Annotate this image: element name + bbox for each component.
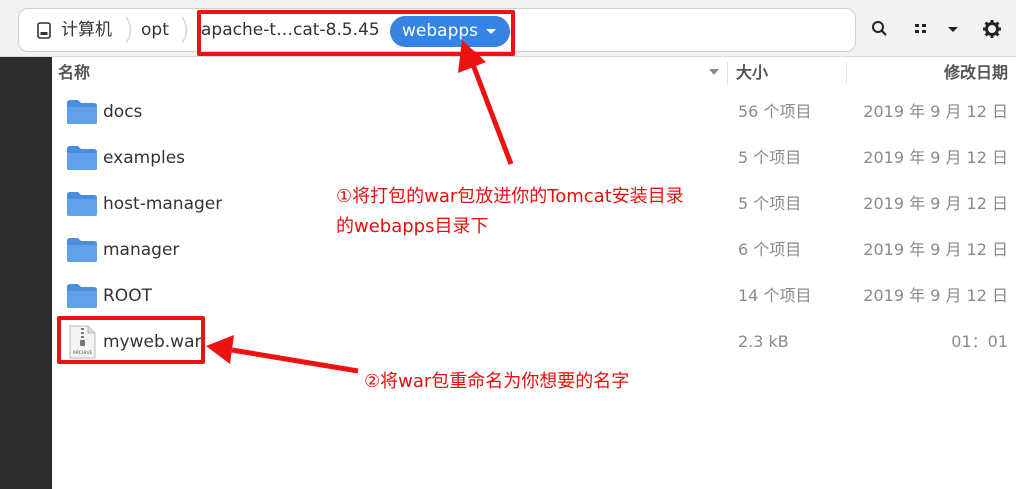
file-date: 2019 年 9 月 12 日 — [863, 240, 1008, 259]
file-size: 56 个项目 — [738, 102, 812, 121]
breadcrumb-computer[interactable]: 计算机 — [19, 9, 131, 53]
file-name: ROOT — [103, 286, 152, 306]
breadcrumb-label: opt — [141, 20, 169, 40]
column-header-name[interactable]: 名称 — [58, 57, 90, 89]
file-size: 5 个项目 — [738, 148, 802, 167]
file-size: 14 个项目 — [738, 286, 812, 305]
list-item[interactable]: ROOT 14 个项目 2019 年 9 月 12 日 — [52, 273, 1016, 319]
column-divider — [846, 62, 847, 84]
annotation-note-2: ②将war包重命名为你想要的名字 — [364, 371, 630, 392]
list-item[interactable]: docs 56 个项目 2019 年 9 月 12 日 — [52, 89, 1016, 135]
file-name: examples — [103, 148, 186, 168]
breadcrumb-separator — [125, 16, 132, 44]
drive-icon — [37, 22, 51, 39]
highlight-box-path — [197, 10, 515, 56]
file-size: 6 个项目 — [738, 240, 802, 259]
file-name: host-manager — [103, 194, 223, 214]
list-item[interactable]: manager 6 个项目 2019 年 9 月 12 日 — [52, 227, 1016, 273]
view-menu-chevron-icon[interactable] — [936, 12, 970, 46]
annotation-note-1-line-2: 的webapps目录下 — [336, 216, 489, 237]
file-size: 5 个项目 — [738, 194, 802, 213]
highlight-box-war-file — [57, 316, 205, 364]
gear-icon[interactable] — [975, 12, 1009, 46]
file-name: docs — [103, 102, 143, 122]
search-icon[interactable] — [863, 12, 897, 46]
sort-chevron-icon[interactable] — [708, 68, 720, 76]
file-date: 2019 年 9 月 12 日 — [863, 194, 1008, 213]
breadcrumb-opt[interactable]: opt — [141, 9, 169, 53]
file-date: 2019 年 9 月 12 日 — [863, 148, 1008, 167]
folder-icon — [67, 100, 97, 124]
folder-icon — [67, 284, 97, 308]
column-divider — [727, 62, 728, 84]
sidebar — [0, 57, 52, 489]
file-date: 01：01 — [951, 332, 1008, 351]
view-grid-icon[interactable] — [904, 12, 938, 46]
folder-icon — [67, 192, 97, 216]
file-name: manager — [103, 240, 180, 260]
column-header-date[interactable]: 修改日期 — [944, 57, 1008, 89]
folder-icon — [67, 146, 97, 170]
column-header-size[interactable]: 大小 — [736, 57, 768, 89]
folder-icon — [67, 238, 97, 262]
file-date: 2019 年 9 月 12 日 — [863, 102, 1008, 121]
breadcrumb-label: 计算机 — [61, 20, 112, 40]
file-date: 2019 年 9 月 12 日 — [863, 286, 1008, 305]
list-item[interactable]: examples 5 个项目 2019 年 9 月 12 日 — [52, 135, 1016, 181]
breadcrumb-separator — [181, 16, 188, 44]
annotation-note-1-line-1: ①将打包的war包放进你的Tomcat安装目录 — [336, 186, 684, 207]
file-size: 2.3 kB — [738, 332, 789, 351]
